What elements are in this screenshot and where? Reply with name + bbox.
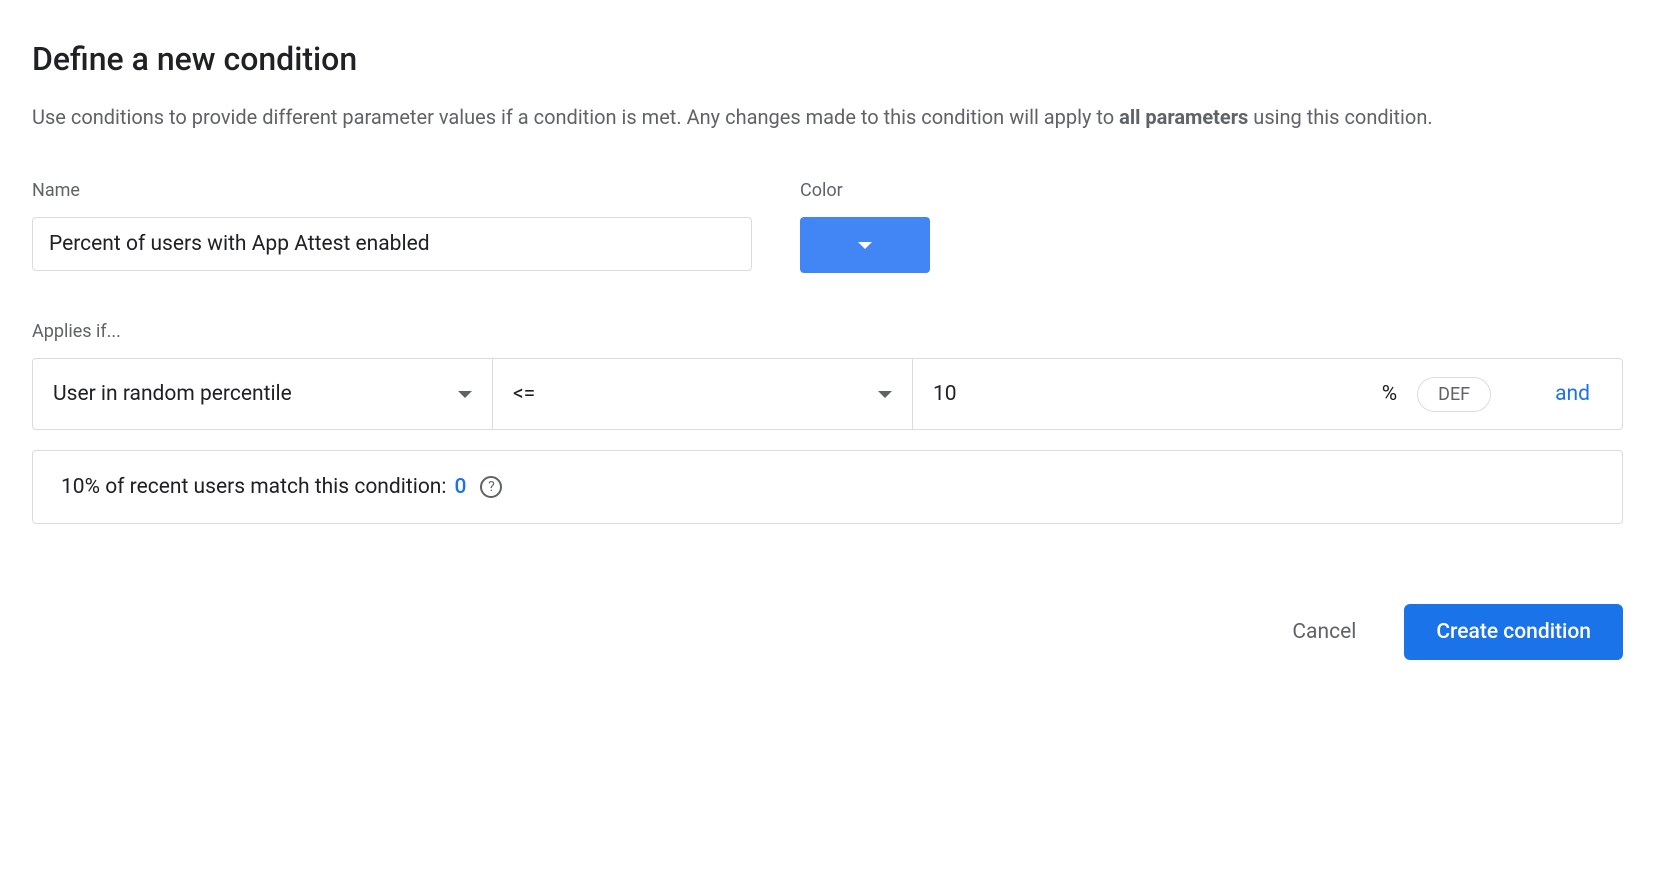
field-row: Name Color xyxy=(32,180,1623,273)
unit-label: % xyxy=(1362,382,1417,406)
condition-operator-dropdown[interactable]: <= xyxy=(493,359,913,429)
condition-value-segment xyxy=(913,359,1362,429)
condition-value-input[interactable] xyxy=(933,382,1342,406)
match-count: 0 xyxy=(454,475,466,499)
condition-row: User in random percentile <= % DEF and xyxy=(32,358,1623,430)
dropdown-arrow-icon xyxy=(458,391,472,398)
description-after: using this condition. xyxy=(1248,105,1432,129)
help-icon[interactable]: ? xyxy=(480,476,502,498)
dropdown-arrow-icon xyxy=(878,391,892,398)
match-summary: 10% of recent users match this condition… xyxy=(32,450,1623,524)
create-condition-button[interactable]: Create condition xyxy=(1404,604,1623,660)
dropdown-triangle-icon xyxy=(858,242,872,249)
and-link[interactable]: and xyxy=(1523,382,1622,406)
condition-type-dropdown[interactable]: User in random percentile xyxy=(33,359,493,429)
color-picker-button[interactable] xyxy=(800,217,930,273)
color-label: Color xyxy=(800,180,930,201)
page-title: Define a new condition xyxy=(32,40,1623,78)
cancel-button[interactable]: Cancel xyxy=(1276,608,1372,656)
name-field-group: Name xyxy=(32,180,752,273)
color-field-group: Color xyxy=(800,180,930,273)
condition-type-text: User in random percentile xyxy=(53,382,292,406)
condition-operator-text: <= xyxy=(513,382,535,406)
description-bold: all parameters xyxy=(1119,105,1248,129)
actions-row: Cancel Create condition xyxy=(32,604,1623,660)
name-input[interactable] xyxy=(32,217,752,271)
description-before: Use conditions to provide different para… xyxy=(32,105,1119,129)
def-chip[interactable]: DEF xyxy=(1417,377,1491,412)
match-prefix: 10% of recent users match this condition… xyxy=(61,475,446,499)
applies-if-label: Applies if... xyxy=(32,321,1623,342)
name-label: Name xyxy=(32,180,752,201)
description-text: Use conditions to provide different para… xyxy=(32,102,1623,132)
